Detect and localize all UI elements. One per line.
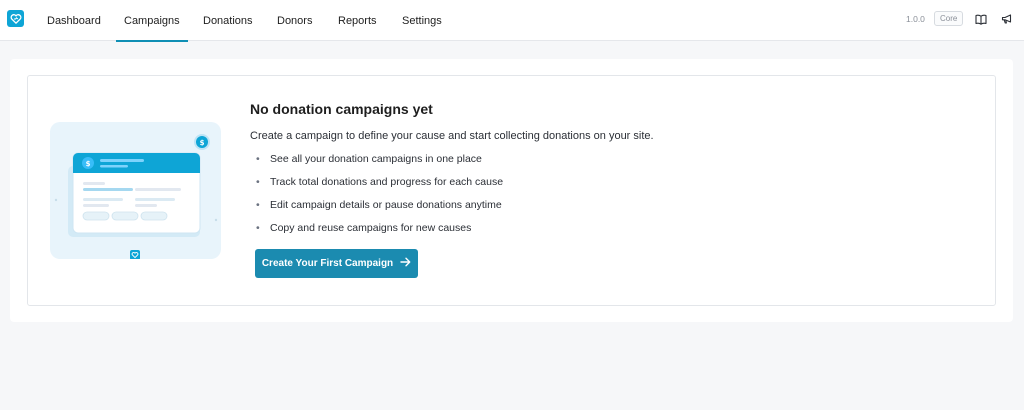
feature-list-item: Edit campaign details or pause donations… xyxy=(256,199,503,222)
nav-donations[interactable]: Donations xyxy=(203,0,253,41)
svg-text:$: $ xyxy=(200,139,205,147)
nav-reports[interactable]: Reports xyxy=(338,0,377,41)
feature-list: See all your donation campaigns in one p… xyxy=(256,153,503,245)
feature-list-item: Track total donations and progress for e… xyxy=(256,176,503,199)
create-campaign-button[interactable]: Create Your First Campaign xyxy=(255,249,418,278)
book-icon[interactable] xyxy=(974,12,988,26)
nav-settings[interactable]: Settings xyxy=(402,0,442,41)
empty-state-description: Create a campaign to define your cause a… xyxy=(250,130,654,142)
nav-campaigns[interactable]: Campaigns xyxy=(116,0,188,42)
feature-list-item: See all your donation campaigns in one p… xyxy=(256,153,503,176)
create-campaign-label: Create Your First Campaign xyxy=(261,258,394,269)
nav-dashboard[interactable]: Dashboard xyxy=(47,0,101,41)
nav-donors[interactable]: Donors xyxy=(277,0,312,41)
brand-logo-icon[interactable] xyxy=(7,10,24,27)
empty-state-title: No donation campaigns yet xyxy=(250,101,433,117)
top-navigation: Dashboard Campaigns Donations Donors Rep… xyxy=(0,0,1024,42)
feature-list-item: Copy and reuse campaigns for new causes xyxy=(256,222,503,245)
edition-badge: Core xyxy=(934,11,964,26)
svg-text:$: $ xyxy=(86,160,91,168)
megaphone-icon[interactable] xyxy=(1000,12,1014,26)
campaign-illustration: $ $ xyxy=(50,122,221,260)
arrow-right-icon xyxy=(400,257,411,270)
version-label: 1.0.0 xyxy=(906,14,925,24)
